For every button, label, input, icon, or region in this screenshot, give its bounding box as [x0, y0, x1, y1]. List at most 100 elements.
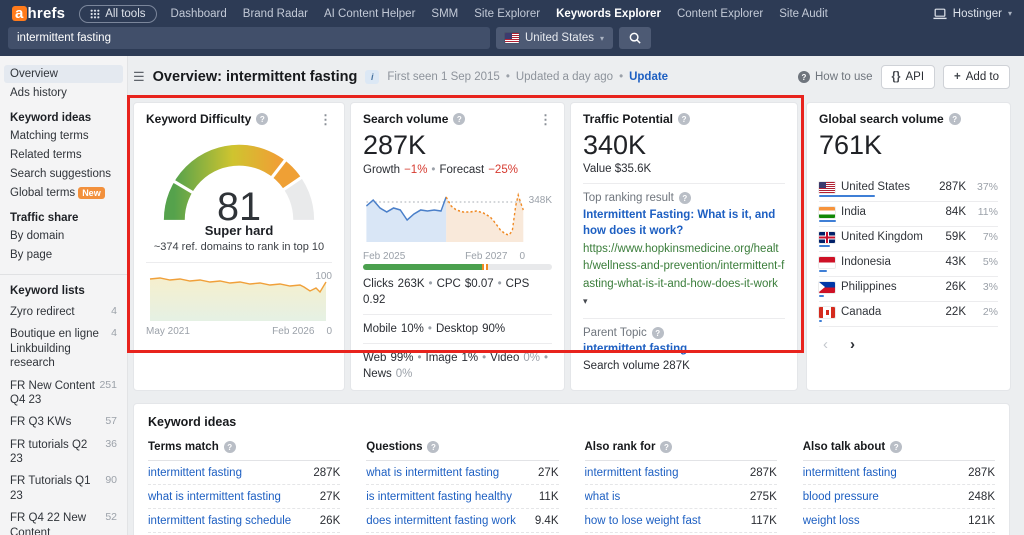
- sidebar-item-matching-terms[interactable]: Matching terms: [4, 127, 123, 145]
- sidebar-item-by-page[interactable]: By page: [4, 246, 123, 264]
- help-icon[interactable]: ?: [949, 113, 961, 125]
- add-to-button[interactable]: + Add to: [943, 65, 1010, 89]
- help-icon[interactable]: ?: [678, 113, 690, 125]
- keyword-search-input[interactable]: [8, 27, 490, 49]
- country-volume: 22K: [946, 306, 966, 318]
- all-tools-label: All tools: [105, 8, 145, 20]
- keyword-list-item[interactable]: Boutique en ligne Linkbuilding research …: [10, 327, 117, 370]
- nav-item[interactable]: Brand Radar: [243, 8, 308, 20]
- sidebar-item-search-suggestions[interactable]: Search suggestions: [4, 165, 123, 183]
- country-row[interactable]: Indonesia 43K 5%: [819, 252, 998, 277]
- top-ranking-result-url[interactable]: https://www.hopkinsmedicine.org/health/w…: [583, 241, 785, 310]
- help-icon[interactable]: ?: [679, 192, 691, 204]
- help-icon[interactable]: ?: [256, 113, 268, 125]
- sidebar-item-related-terms[interactable]: Related terms: [4, 146, 123, 164]
- country-volume: 287K: [939, 181, 966, 193]
- country-name: United States: [841, 181, 933, 193]
- keyword-volume: 121K: [968, 515, 995, 527]
- sidebar-item-ads-history[interactable]: Ads history: [4, 84, 123, 102]
- nav-item[interactable]: SMM: [431, 8, 458, 20]
- keyword-link[interactable]: what is intermittent fasting: [148, 491, 281, 503]
- menu-toggle-icon[interactable]: ☰: [133, 69, 145, 85]
- kd-chart-y-max: 100: [315, 271, 332, 282]
- keyword-list-item[interactable]: Zyro redirect 4: [10, 305, 117, 319]
- kebab-menu-icon[interactable]: ⋮: [539, 113, 552, 126]
- keyword-link[interactable]: intermittent fasting: [148, 467, 242, 479]
- keyword-link[interactable]: intermittent fasting schedule: [148, 515, 291, 527]
- how-to-use-link[interactable]: ? How to use: [798, 71, 873, 83]
- keyword-list-item[interactable]: FR Tutorials Q1 23 90: [10, 474, 117, 503]
- chevron-down-icon: ▾: [600, 34, 604, 43]
- kd-chart-x-right: Feb 2026: [272, 326, 314, 337]
- update-link[interactable]: Update: [629, 71, 668, 83]
- nav-item[interactable]: Keywords Explorer: [556, 8, 661, 20]
- keyword-row: what is intermittent fasting 27K: [366, 461, 558, 485]
- nav-item[interactable]: AI Content Helper: [324, 8, 415, 20]
- next-page-icon[interactable]: ›: [850, 336, 855, 353]
- help-icon[interactable]: ?: [224, 441, 236, 453]
- keyword-link[interactable]: intermittent fasting: [803, 467, 897, 479]
- first-seen-text: First seen 1 Sep 2015: [387, 71, 500, 83]
- keyword-link[interactable]: what is: [585, 491, 621, 503]
- help-icon[interactable]: ?: [890, 441, 902, 453]
- country-name: Canada: [841, 306, 940, 318]
- keyword-list-item[interactable]: FR Q4 22 New Content 52: [10, 511, 117, 535]
- kebab-menu-icon[interactable]: ⋮: [319, 113, 332, 126]
- api-button[interactable]: {} API: [881, 65, 936, 89]
- nav-item[interactable]: Site Explorer: [474, 8, 540, 20]
- country-row[interactable]: United States 287K 37%: [819, 177, 998, 202]
- keyword-list-name: FR tutorials Q2 23: [10, 438, 101, 467]
- sidebar-item-by-domain[interactable]: By domain: [4, 227, 123, 245]
- keyword-link[interactable]: how to lose weight fast: [585, 515, 701, 527]
- search-button[interactable]: [619, 27, 651, 49]
- keyword-link[interactable]: is intermittent fasting healthy: [366, 491, 512, 503]
- keyword-link[interactable]: weight loss: [803, 515, 860, 527]
- help-icon[interactable]: ?: [652, 327, 664, 339]
- help-icon[interactable]: ?: [453, 113, 465, 125]
- prev-page-icon[interactable]: ‹: [823, 336, 828, 353]
- questions-header: Questions: [366, 441, 422, 453]
- account-name: Hostinger: [953, 8, 1002, 20]
- nav-item[interactable]: Site Audit: [779, 8, 828, 20]
- info-icon[interactable]: i: [365, 70, 379, 84]
- keyword-volume: 26K: [320, 515, 340, 527]
- nav-item[interactable]: Content Explorer: [677, 8, 763, 20]
- parent-topic-label: Parent Topic: [583, 327, 647, 339]
- also-talk-about-column: Also talk about ? intermittent fasting 2…: [803, 441, 995, 535]
- account-menu[interactable]: Hostinger ▾: [933, 8, 1012, 20]
- laptop-icon: [933, 8, 947, 20]
- nav-item[interactable]: Dashboard: [171, 8, 227, 20]
- help-icon[interactable]: ?: [660, 441, 672, 453]
- country-row[interactable]: India 84K 11%: [819, 202, 998, 227]
- keyword-link[interactable]: what is intermittent fasting: [366, 467, 499, 479]
- keyword-list-item[interactable]: FR New Content Q4 23 251: [10, 379, 117, 408]
- page-title: Overview: intermittent fasting: [153, 69, 358, 85]
- keyword-link[interactable]: does intermittent fasting work: [366, 515, 516, 527]
- sidebar-item-global-terms[interactable]: Global termsNew: [4, 184, 123, 202]
- parent-topic-link[interactable]: intermittent fasting: [583, 342, 785, 358]
- web-value: 99%: [390, 352, 413, 364]
- device-stats-row: Mobile 10% • Desktop 90%: [363, 323, 552, 335]
- braces-icon: {}: [892, 71, 901, 83]
- keyword-list-item[interactable]: FR Q3 KWs 57: [10, 415, 117, 429]
- chevron-down-icon[interactable]: ▾: [583, 296, 588, 306]
- top-ranking-result-link[interactable]: Intermittent Fasting: What is it, and ho…: [583, 208, 785, 239]
- country-percentage: 3%: [972, 281, 998, 293]
- search-volume-chart: 348K Feb 2025 Feb 2027 0: [363, 184, 552, 262]
- keyword-link[interactable]: blood pressure: [803, 491, 879, 503]
- global-terms-label: Global terms: [10, 187, 75, 199]
- country-selector[interactable]: United States ▾: [496, 27, 613, 49]
- search-icon: [629, 32, 641, 44]
- all-tools-button[interactable]: All tools: [79, 5, 156, 23]
- country-volume: 26K: [946, 281, 966, 293]
- ahrefs-logo[interactable]: ahrefs: [12, 5, 65, 22]
- help-icon[interactable]: ?: [427, 441, 439, 453]
- country-row[interactable]: Philippines 26K 3%: [819, 277, 998, 302]
- keyword-link[interactable]: intermittent fasting: [585, 467, 679, 479]
- country-volume: 84K: [946, 206, 966, 218]
- keyword-list-item[interactable]: FR tutorials Q2 23 36: [10, 438, 117, 467]
- keyword-list-name: Zyro redirect: [10, 305, 75, 319]
- country-row[interactable]: United Kingdom 59K 7%: [819, 227, 998, 252]
- sidebar-item-overview[interactable]: Overview: [4, 65, 123, 83]
- country-row[interactable]: Canada 22K 2%: [819, 302, 998, 327]
